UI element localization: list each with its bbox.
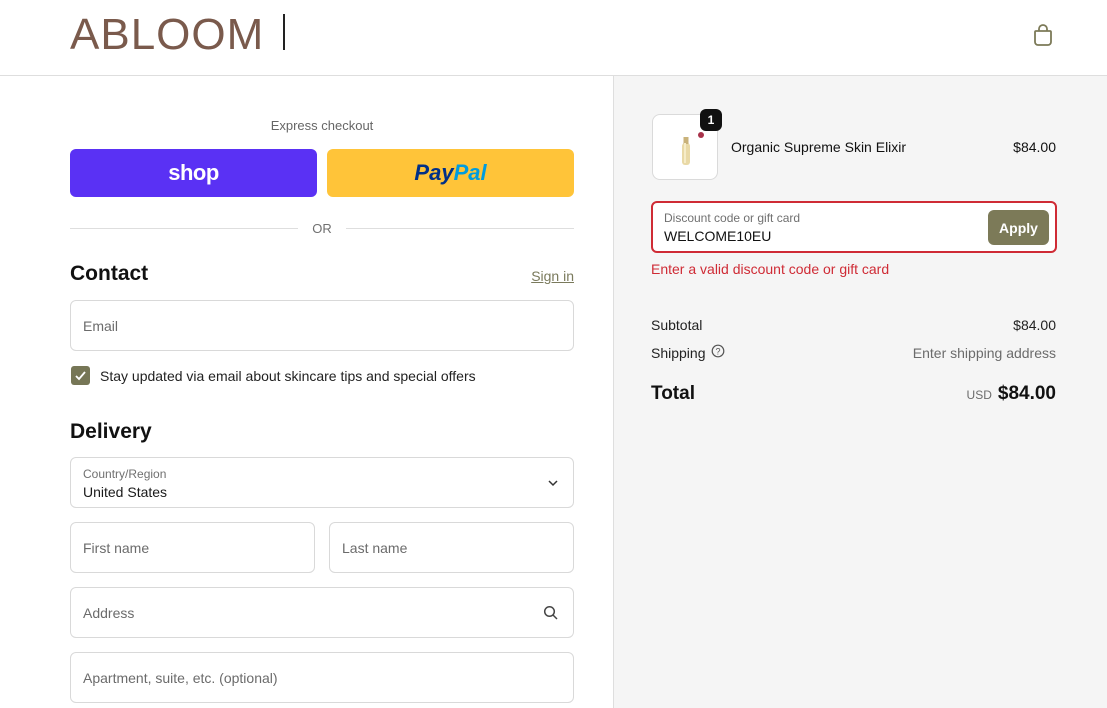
subtotal-value: $84.00	[1013, 317, 1056, 333]
express-checkout-title: Express checkout	[270, 118, 374, 133]
shipping-value: Enter shipping address	[912, 345, 1056, 361]
store-logo[interactable]: ABLOOM	[70, 10, 264, 60]
sign-in-link[interactable]: Sign in	[500, 268, 574, 284]
country-select[interactable]: Country/Region United States	[70, 457, 574, 508]
checkout-form-panel: Express checkout shop Pay Pal OR Contact …	[0, 76, 613, 708]
paypal-label-pay: Pay	[414, 160, 454, 185]
address-placeholder: Address	[83, 604, 135, 621]
order-summary-panel: 1 Organic Supreme Skin Elixir $84.00 Dis…	[613, 76, 1107, 708]
newsletter-label: Stay updated via email about skincare ti…	[100, 368, 476, 384]
shopping-bag-icon[interactable]	[1030, 22, 1056, 48]
discount-value: WELCOME10EU	[664, 228, 772, 244]
first-name-field[interactable]: First name	[70, 522, 315, 573]
total-currency: USD	[966, 388, 992, 402]
shipping-label: Shipping	[651, 345, 706, 361]
email-field[interactable]: Email	[70, 300, 574, 351]
newsletter-checkbox[interactable]	[71, 366, 90, 385]
last-name-field[interactable]: Last name	[329, 522, 574, 573]
apartment-placeholder: Apartment, suite, etc. (optional)	[83, 669, 278, 686]
shop-pay-button[interactable]: shop	[70, 149, 317, 197]
info-icon[interactable]: ?	[711, 344, 725, 358]
subtotal-label: Subtotal	[651, 317, 703, 333]
quantity-badge: 1	[700, 109, 722, 131]
discount-label: Discount code or gift card	[664, 211, 801, 225]
country-value: United States	[83, 484, 168, 500]
header: ABLOOM	[0, 0, 1107, 76]
shop-pay-label: shop	[168, 160, 219, 185]
total-amount: USD $84.00	[814, 383, 1056, 405]
discount-error: Enter a valid discount code or gift card	[651, 261, 890, 277]
contact-heading: Contact	[70, 262, 149, 285]
total-label: Total	[651, 383, 695, 404]
search-icon[interactable]	[543, 605, 559, 621]
svg-text:?: ?	[715, 347, 720, 357]
country-label: Country/Region	[83, 467, 167, 481]
address-field[interactable]: Address	[70, 587, 574, 638]
delivery-heading: Delivery	[70, 420, 152, 443]
checkmark-icon	[75, 371, 86, 381]
product-price: $84.00	[1013, 139, 1056, 155]
apartment-field[interactable]: Apartment, suite, etc. (optional)	[70, 652, 574, 703]
or-divider: OR	[70, 220, 574, 238]
first-name-placeholder: First name	[83, 539, 150, 556]
divider-line	[346, 228, 574, 229]
apply-button[interactable]: Apply	[988, 210, 1049, 245]
paypal-button[interactable]: Pay Pal	[327, 149, 574, 197]
discount-code-field[interactable]: Discount code or gift card WELCOME10EU A…	[651, 201, 1057, 253]
chevron-down-icon	[548, 480, 558, 487]
paypal-label-pal: Pal	[453, 160, 487, 185]
product-name: Organic Supreme Skin Elixir	[731, 139, 907, 155]
email-placeholder: Email	[83, 317, 119, 334]
last-name-placeholder: Last name	[342, 539, 408, 556]
text-cursor	[283, 14, 285, 50]
total-value: $84.00	[997, 383, 1056, 404]
